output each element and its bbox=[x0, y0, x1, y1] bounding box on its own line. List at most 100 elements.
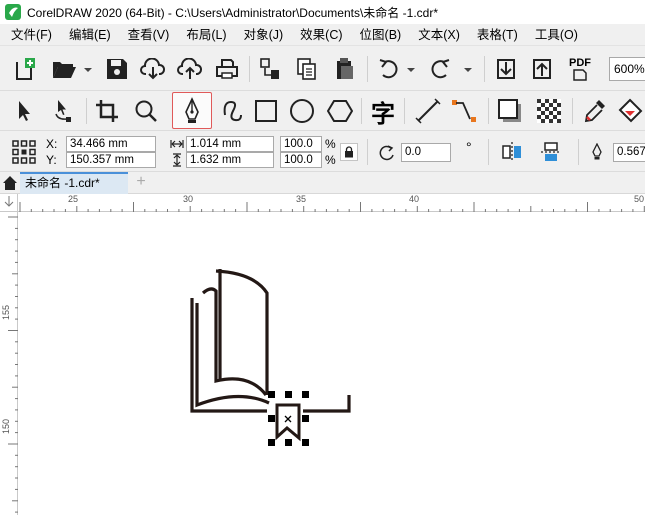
redo-button[interactable] bbox=[426, 56, 454, 82]
text-tool-glyph: 字 bbox=[371, 100, 395, 128]
horizontal-ruler-ticks bbox=[19, 202, 645, 212]
property-separator bbox=[578, 139, 579, 165]
open-dropdown-arrow[interactable] bbox=[84, 68, 92, 72]
import-arrow-button[interactable] bbox=[493, 56, 519, 82]
toolbox-separator bbox=[572, 98, 573, 124]
toolbox-separator bbox=[361, 98, 362, 124]
menu-view[interactable]: 查看(V) bbox=[117, 24, 176, 46]
cloud-download-button[interactable] bbox=[139, 56, 167, 82]
print-button[interactable] bbox=[213, 56, 241, 82]
y-position-field[interactable]: 150.357 mm bbox=[66, 152, 156, 168]
drawing-canvas[interactable] bbox=[19, 213, 645, 515]
home-icon[interactable] bbox=[2, 175, 18, 191]
undo-dropdown-arrow[interactable] bbox=[407, 68, 415, 72]
horizontal-ruler[interactable]: 25 30 35 40 50 bbox=[18, 194, 645, 212]
handle-top-right[interactable] bbox=[302, 391, 309, 398]
printer-icon bbox=[216, 59, 238, 79]
ellipse-tool-button[interactable] bbox=[287, 97, 317, 125]
export-icon bbox=[297, 58, 316, 80]
x-position-field[interactable]: 34.466 mm bbox=[66, 136, 156, 152]
checkerboard-icon bbox=[537, 99, 561, 123]
redo-dropdown-arrow[interactable] bbox=[464, 68, 472, 72]
handle-top-left[interactable] bbox=[268, 391, 275, 398]
menu-object[interactable]: 对象(J) bbox=[233, 24, 290, 46]
undo-button[interactable] bbox=[375, 56, 403, 82]
polygon-tool-button[interactable] bbox=[324, 97, 356, 125]
handle-bottom-left[interactable] bbox=[268, 439, 275, 446]
ruler-label-40: 40 bbox=[409, 194, 420, 204]
magnifier-icon bbox=[135, 100, 157, 122]
curvy-line-icon bbox=[223, 100, 242, 122]
book-back-cover bbox=[190, 298, 267, 413]
menu-bitmaps[interactable]: 位图(B) bbox=[349, 24, 408, 46]
publish-button[interactable] bbox=[330, 56, 358, 82]
transparency-tool-button[interactable] bbox=[533, 97, 565, 125]
export-arrow-button[interactable] bbox=[529, 56, 555, 82]
handle-middle-right[interactable] bbox=[302, 415, 309, 422]
book-page-middle bbox=[201, 287, 268, 397]
pen-tool-button[interactable] bbox=[172, 92, 212, 129]
ruler-label-50: 50 bbox=[634, 194, 645, 204]
handle-bottom-center[interactable] bbox=[285, 439, 292, 446]
diagonal-line-icon bbox=[415, 98, 441, 124]
handle-top-center[interactable] bbox=[285, 391, 292, 398]
clipboard-icon bbox=[337, 58, 353, 79]
handle-middle-left[interactable] bbox=[268, 415, 275, 422]
toolbox-separator bbox=[404, 98, 405, 124]
toolbar-separator bbox=[367, 56, 368, 82]
pick-tool-button[interactable] bbox=[10, 97, 38, 125]
parallel-dimension-tool-button[interactable] bbox=[412, 97, 444, 125]
menu-edit[interactable]: 编辑(E) bbox=[58, 24, 117, 46]
shape-tool-button[interactable] bbox=[47, 97, 79, 125]
shape-node-icon bbox=[55, 100, 71, 122]
eyedropper-icon bbox=[584, 100, 605, 123]
lock-ratio-button[interactable] bbox=[340, 143, 358, 161]
pdf-document-icon bbox=[573, 69, 587, 81]
crop-tool-button[interactable] bbox=[92, 97, 122, 125]
crop-icon bbox=[96, 100, 118, 122]
rectangle-tool-button[interactable] bbox=[251, 97, 281, 125]
add-tab-button[interactable]: + bbox=[133, 174, 149, 190]
drop-shadow-tool-button[interactable] bbox=[494, 97, 526, 125]
menu-effects[interactable]: 效果(C) bbox=[289, 24, 348, 46]
eyedropper-tool-button[interactable] bbox=[579, 97, 611, 125]
book-drawing[interactable] bbox=[19, 213, 645, 515]
export-button[interactable] bbox=[294, 56, 320, 82]
menu-bar: 文件(F) 编辑(E) 查看(V) 布局(L) 对象(J) 效果(C) 位图(B… bbox=[0, 24, 645, 46]
export-pdf-button[interactable]: PDF bbox=[565, 54, 595, 84]
document-tab[interactable]: 未命名 -1.cdr* bbox=[20, 172, 128, 194]
pen-nib-icon bbox=[185, 96, 199, 123]
bookmark-ribbon bbox=[275, 403, 301, 442]
save-button[interactable] bbox=[103, 56, 131, 82]
menu-table[interactable]: 表格(T) bbox=[466, 24, 524, 46]
outline-pen-icon bbox=[592, 143, 602, 160]
new-document-button[interactable] bbox=[11, 56, 39, 82]
open-button[interactable] bbox=[49, 56, 79, 82]
zoom-level-combo[interactable]: 600% bbox=[609, 57, 645, 81]
object-width-field[interactable]: 1.014 mm bbox=[186, 136, 274, 152]
reference-point-button[interactable] bbox=[10, 139, 38, 165]
scale-y-field[interactable]: 100.0 bbox=[280, 152, 322, 168]
scale-x-field[interactable]: 100.0 bbox=[280, 136, 322, 152]
menu-tools[interactable]: 工具(O) bbox=[524, 24, 584, 46]
menu-text[interactable]: 文本(X) bbox=[407, 24, 466, 46]
vertical-ruler[interactable]: 155 150 bbox=[0, 212, 18, 515]
menu-layout[interactable]: 布局(L) bbox=[175, 24, 232, 46]
cloud-upload-button[interactable] bbox=[176, 56, 204, 82]
object-height-field[interactable]: 1.632 mm bbox=[186, 152, 274, 168]
zoom-tool-button[interactable] bbox=[131, 97, 161, 125]
connector-tool-button[interactable] bbox=[447, 97, 481, 125]
outline-width-field[interactable]: 0.567 bbox=[613, 143, 645, 162]
text-tool-button[interactable]: 字 bbox=[367, 97, 399, 128]
menu-file[interactable]: 文件(F) bbox=[0, 24, 58, 46]
rotation-angle-field[interactable]: 0.0 bbox=[401, 143, 451, 162]
book-outline bbox=[190, 269, 351, 442]
artistic-media-tool-button[interactable] bbox=[218, 97, 248, 125]
mirror-vertical-button[interactable] bbox=[537, 139, 565, 165]
property-separator bbox=[488, 139, 489, 165]
handle-bottom-right[interactable] bbox=[302, 439, 309, 446]
ruler-origin[interactable] bbox=[0, 194, 18, 212]
mirror-horizontal-button[interactable] bbox=[498, 139, 526, 165]
import-button[interactable] bbox=[257, 56, 283, 82]
fill-tool-button[interactable] bbox=[615, 97, 645, 125]
